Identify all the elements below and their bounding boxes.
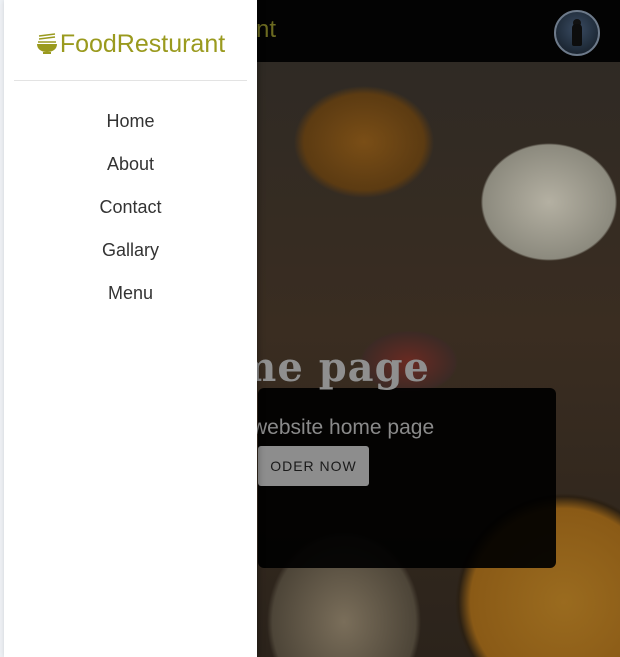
bowl-noodles-icon [36, 32, 58, 56]
navbar-brand-text[interactable]: nt [256, 16, 276, 44]
side-drawer: FoodResturant Home About Contact Gallary… [4, 0, 257, 657]
drawer-nav-list: Home About Contact Gallary Menu [4, 100, 257, 315]
nav-item-about[interactable]: About [4, 143, 257, 186]
brand-name: FoodResturant [59, 29, 226, 58]
nav-item-home[interactable]: Home [4, 100, 257, 143]
nav-item-menu[interactable]: Menu [4, 272, 257, 315]
user-avatar[interactable] [554, 10, 600, 56]
nav-item-contact[interactable]: Contact [4, 186, 257, 229]
avatar-body [572, 24, 582, 46]
order-now-button[interactable]: ODER NOW [258, 446, 369, 486]
hero-title: me page [234, 344, 431, 391]
drawer-brand[interactable]: FoodResturant [4, 26, 257, 62]
drawer-divider [14, 80, 247, 81]
hero-subtitle: website home page [252, 416, 435, 439]
nav-item-gallary[interactable]: Gallary [4, 229, 257, 272]
